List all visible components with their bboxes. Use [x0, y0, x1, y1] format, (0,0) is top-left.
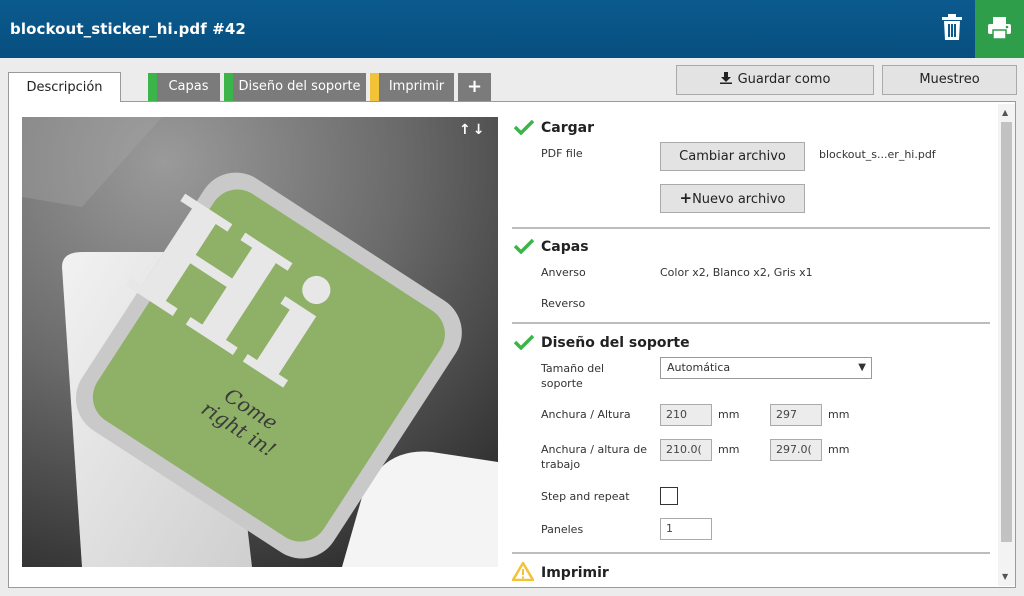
printer-icon [988, 17, 1011, 40]
section-title-cargar: Cargar [541, 120, 594, 136]
unit-label: mm [828, 443, 850, 456]
size-label: Tamaño del soporte [541, 361, 604, 391]
scrollbar-thumb[interactable] [1001, 122, 1012, 542]
tab-diseno-soporte[interactable]: Diseño del soporte [224, 73, 366, 101]
download-icon [719, 72, 732, 84]
section-title-diseno: Diseño del soporte [541, 335, 690, 351]
scrollbar[interactable]: ▲ ▼ [998, 104, 1015, 586]
anverso-value: Color x2, Blanco x2, Gris x1 [660, 266, 813, 279]
tab-capas[interactable]: Capas [148, 73, 220, 101]
scroll-down-icon[interactable]: ▼ [1002, 572, 1008, 581]
sample-button[interactable]: Muestreo [882, 65, 1017, 95]
save-instructions-button[interactable]: Guardar como instrucciones [676, 65, 874, 115]
tab-imprimir[interactable]: Imprimir [370, 73, 454, 101]
divider [512, 322, 990, 324]
panels-label: Paneles [541, 523, 584, 536]
scroll-up-icon[interactable]: ▲ [1002, 108, 1008, 117]
reverso-label: Reverso [541, 297, 586, 310]
work-size-label: Anchura / altura de trabajo [541, 442, 647, 472]
pdf-file-label: PDF file [541, 147, 583, 160]
tab-label: Descripción [26, 80, 103, 95]
tab-label: Imprimir [388, 79, 445, 94]
job-title: blockout_sticker_hi.pdf #42 [10, 20, 246, 38]
status-indicator [224, 73, 233, 101]
plus-icon: + [679, 189, 693, 207]
media-size-select[interactable]: Automática ▼ [660, 357, 872, 379]
print-button[interactable] [975, 0, 1024, 58]
anverso-label: Anverso [541, 266, 586, 279]
caret-down-icon: ▼ [858, 362, 866, 373]
size-label-line: Tamaño del [541, 362, 605, 375]
tab-label: Diseño del soporte [238, 79, 361, 94]
check-icon [514, 334, 534, 350]
select-value: Automática [667, 361, 731, 374]
size-label-line: soporte [541, 377, 583, 390]
trash-icon[interactable] [940, 13, 964, 41]
width-height-label: Anchura / Altura [541, 408, 631, 421]
divider [512, 227, 990, 229]
section-title-capas: Capas [541, 239, 589, 255]
check-icon [514, 238, 534, 254]
tab-label: Capas [168, 79, 209, 94]
width-input[interactable]: 210 [660, 404, 712, 426]
height-input[interactable]: 297 [770, 404, 822, 426]
work-size-label-line: trabajo [541, 458, 581, 471]
check-icon [514, 119, 534, 135]
work-height-input[interactable]: 297.0( [770, 439, 822, 461]
divider [512, 552, 990, 554]
button-label: Nuevo archivo [692, 192, 786, 207]
button-label: Muestreo [919, 72, 980, 87]
section-title-imprimir: Imprimir [541, 565, 609, 581]
button-label: Cambiar archivo [679, 149, 786, 164]
add-tab-button[interactable]: + [458, 73, 491, 101]
tab-descripcion[interactable]: Descripción [8, 72, 121, 102]
change-file-button[interactable]: Cambiar archivo [660, 142, 805, 171]
status-indicator [370, 73, 379, 101]
unit-label: mm [718, 443, 740, 456]
warning-icon [512, 562, 534, 581]
reorder-arrows-icon[interactable]: ↑↓ [459, 122, 486, 138]
app-header: blockout_sticker_hi.pdf #42 [0, 0, 1024, 58]
plus-icon: + [466, 76, 483, 97]
step-repeat-checkbox[interactable] [660, 487, 678, 505]
work-size-label-line: Anchura / altura de [541, 443, 648, 456]
panels-input[interactable]: 1 [660, 518, 712, 540]
step-repeat-label: Step and repeat [541, 490, 630, 503]
work-width-input[interactable]: 210.0( [660, 439, 712, 461]
status-indicator [148, 73, 157, 101]
unit-label: mm [828, 408, 850, 421]
file-name: blockout_s...er_hi.pdf [819, 148, 936, 161]
job-preview-image: Hi Come right in! [22, 117, 498, 567]
unit-label: mm [718, 408, 740, 421]
new-file-button[interactable]: +Nuevo archivo [660, 184, 805, 213]
